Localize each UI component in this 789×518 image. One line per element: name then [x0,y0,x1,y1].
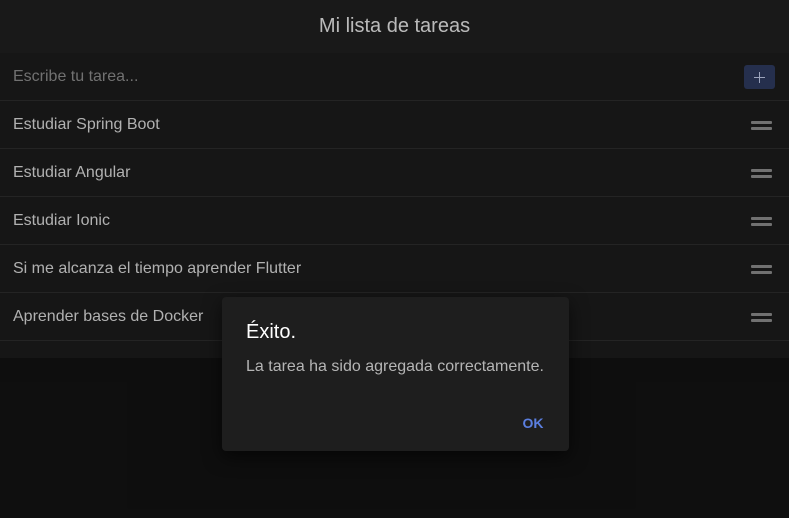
alert-title: Éxito. [246,321,297,343]
ok-button[interactable]: OK [510,405,556,441]
alert-dialog: Éxito. La tarea ha sido agregada correct… [222,297,569,451]
alert-message: La tarea ha sido agregada correctamente. [246,358,544,375]
app: Mi lista de tareas Estudiar Spring Boot … [0,0,789,518]
